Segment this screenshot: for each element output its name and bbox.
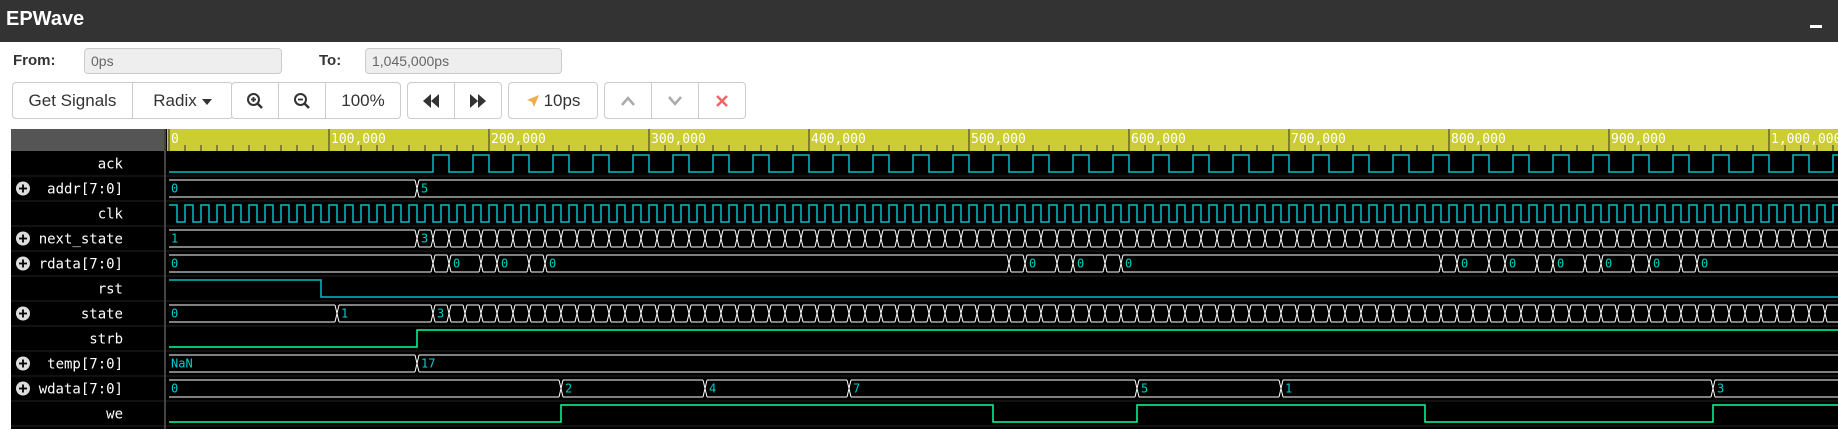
bus-value: 0 bbox=[501, 257, 508, 271]
bus-value: 0 bbox=[1653, 257, 1660, 271]
zoom-out-button[interactable] bbox=[278, 82, 326, 119]
ruler-label: 100,000 bbox=[331, 132, 386, 147]
expand-icon[interactable] bbox=[16, 306, 30, 321]
cursor-step-label: 10ps bbox=[543, 90, 581, 110]
zoom-in-icon bbox=[247, 92, 263, 109]
bus-value: NaN bbox=[171, 357, 193, 371]
get-signals-button[interactable]: Get Signals bbox=[12, 82, 133, 119]
bus-value: 0 bbox=[171, 382, 178, 396]
backward-icon bbox=[423, 93, 439, 108]
bus-value: 1 bbox=[1285, 382, 1292, 396]
to-label: To: bbox=[319, 52, 342, 69]
ruler-label: 1,000,000 bbox=[1771, 132, 1838, 147]
bus-value: 0 bbox=[171, 182, 178, 196]
name-header bbox=[11, 129, 165, 151]
ruler-label: 600,000 bbox=[1131, 132, 1186, 147]
bus-value: 5 bbox=[1141, 382, 1148, 396]
ruler-label: 900,000 bbox=[1611, 132, 1666, 147]
bus-value: 0 bbox=[549, 257, 556, 271]
ruler-label: 700,000 bbox=[1291, 132, 1346, 147]
forward-icon bbox=[470, 93, 486, 108]
radix-dropdown-button[interactable]: Radix bbox=[132, 82, 233, 119]
ruler-label: 200,000 bbox=[491, 132, 546, 147]
title-bar: EPWave bbox=[0, 0, 1838, 42]
toolbar: Get Signals Radix 100% 10ps bbox=[12, 82, 1012, 120]
signal-name[interactable]: next_state bbox=[39, 232, 123, 248]
location-arrow-icon bbox=[526, 94, 539, 107]
bus-value: 0 bbox=[1077, 257, 1084, 271]
time-range-row: From: To: bbox=[0, 46, 700, 78]
bus-value: 0 bbox=[1557, 257, 1564, 271]
waveform-canvas[interactable]: ack addr[7:0] clk next_state rdata[7:0] rst st… bbox=[11, 129, 1838, 429]
close-icon bbox=[716, 94, 728, 107]
cursor-step-button[interactable]: 10ps bbox=[508, 82, 598, 119]
ruler-label: 400,000 bbox=[811, 132, 866, 147]
ruler-label: 0 bbox=[171, 132, 179, 147]
signal-name[interactable]: ack bbox=[98, 157, 124, 173]
signal-name[interactable]: wdata[7:0] bbox=[39, 382, 123, 398]
bus-value: 5 bbox=[421, 182, 428, 196]
bus-value: 2 bbox=[565, 382, 572, 396]
bus-value: 0 bbox=[171, 257, 178, 271]
jump-backward-button[interactable] bbox=[407, 82, 455, 119]
bus-value: 3 bbox=[437, 307, 444, 321]
zoom-out-icon bbox=[294, 92, 310, 109]
expand-icon[interactable] bbox=[16, 231, 30, 246]
zoom-in-button[interactable] bbox=[231, 82, 279, 119]
signal-name[interactable]: strb bbox=[89, 332, 123, 348]
bus-value: 1 bbox=[171, 232, 178, 246]
bus-value: 3 bbox=[421, 232, 428, 246]
signal-name[interactable]: addr[7:0] bbox=[47, 182, 123, 198]
bus-value: 3 bbox=[1717, 382, 1724, 396]
ruler-label: 500,000 bbox=[971, 132, 1026, 147]
get-signals-label: Get Signals bbox=[28, 90, 117, 110]
app-title: EPWave bbox=[6, 8, 85, 30]
expand-icon[interactable] bbox=[16, 181, 30, 196]
waveform-viewer[interactable]: ack addr[7:0] clk next_state rdata[7:0] rst st… bbox=[11, 129, 1838, 429]
bus-value: 17 bbox=[421, 357, 435, 371]
remove-signal-button[interactable] bbox=[698, 82, 746, 119]
caret-down-icon bbox=[201, 98, 212, 105]
bus-value: 0 bbox=[1029, 257, 1036, 271]
to-input[interactable] bbox=[365, 48, 562, 74]
jump-forward-button[interactable] bbox=[454, 82, 502, 119]
radix-label: Radix bbox=[153, 90, 197, 110]
bus-value: 0 bbox=[1701, 257, 1708, 271]
from-label: From: bbox=[13, 52, 56, 69]
bus-value: 0 bbox=[453, 257, 460, 271]
bus-value: 0 bbox=[171, 307, 178, 321]
chevron-up-icon bbox=[621, 95, 635, 106]
expand-icon[interactable] bbox=[16, 256, 30, 271]
bus-value: 0 bbox=[1125, 257, 1132, 271]
signal-name[interactable]: rst bbox=[98, 282, 123, 298]
expand-icon[interactable] bbox=[16, 356, 30, 371]
from-input[interactable] bbox=[84, 48, 282, 74]
zoom-level-button[interactable]: 100% bbox=[325, 82, 401, 119]
minimize-icon[interactable] bbox=[1808, 10, 1824, 30]
signal-name[interactable]: we bbox=[106, 407, 123, 423]
bus-value: 4 bbox=[709, 382, 716, 396]
bus-value: 1 bbox=[341, 307, 348, 321]
ruler-label: 800,000 bbox=[1451, 132, 1506, 147]
ruler-label: 300,000 bbox=[651, 132, 706, 147]
chevron-down-icon bbox=[668, 95, 682, 106]
next-edge-button[interactable] bbox=[651, 82, 699, 119]
bus-value: 0 bbox=[1605, 257, 1612, 271]
bus-value: 0 bbox=[1509, 257, 1516, 271]
signal-name[interactable]: clk bbox=[98, 207, 124, 223]
bus-value: 7 bbox=[853, 382, 860, 396]
signal-name[interactable]: temp[7:0] bbox=[47, 357, 123, 373]
signal-name[interactable]: rdata[7:0] bbox=[39, 257, 123, 273]
bus-value: 0 bbox=[1461, 257, 1468, 271]
zoom-level: 100% bbox=[341, 90, 385, 110]
previous-edge-button[interactable] bbox=[604, 82, 652, 119]
expand-icon[interactable] bbox=[16, 381, 30, 396]
signal-name[interactable]: state bbox=[81, 307, 123, 323]
